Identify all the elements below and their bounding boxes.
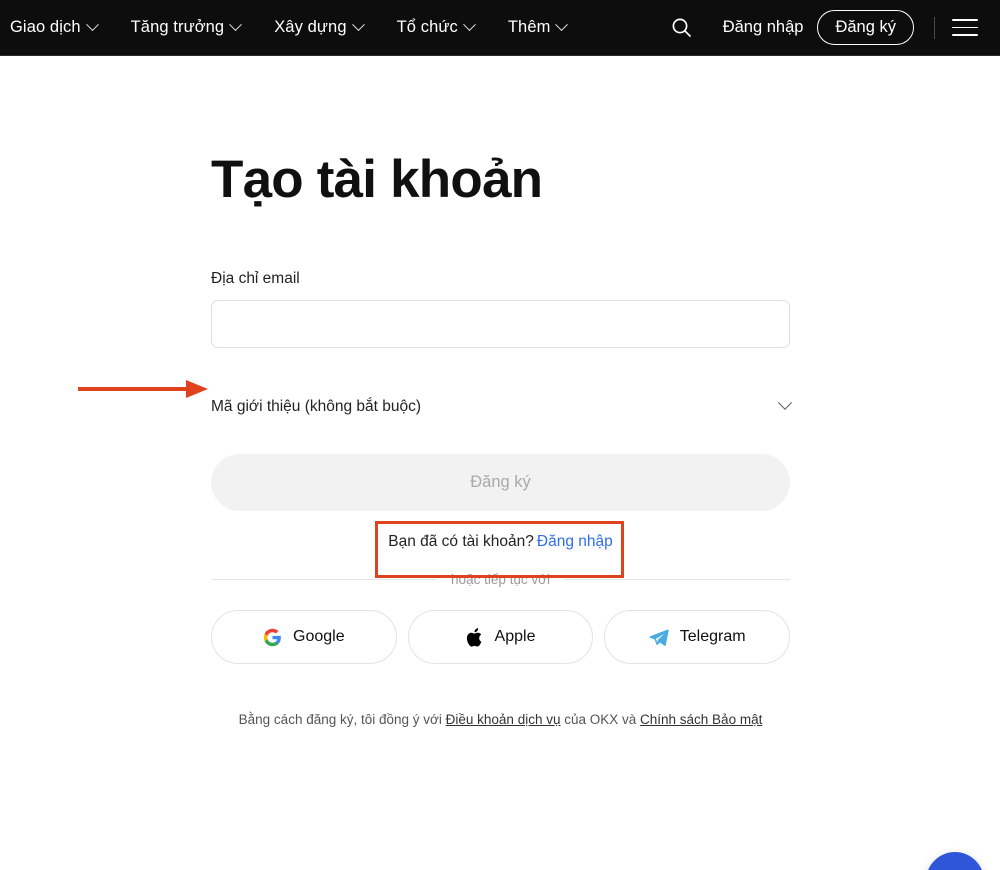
page-title: Tạo tài khoản (211, 151, 791, 208)
chevron-down-icon (778, 396, 792, 410)
privacy-policy-link[interactable]: Chính sách Bảo mật (640, 712, 762, 727)
hamburger-menu-icon[interactable] (952, 19, 978, 36)
signup-form: Tạo tài khoản Địa chỉ email Mã giới thiệ… (211, 56, 791, 730)
social-button-label: Apple (495, 628, 536, 646)
terms-of-service-link[interactable]: Điều khoản dịch vụ (446, 712, 561, 727)
chevron-down-icon (556, 18, 569, 31)
email-field-label: Địa chỉ email (211, 270, 791, 288)
login-link[interactable]: Đăng nhập (537, 533, 613, 550)
google-login-button[interactable]: Google (211, 610, 397, 664)
social-button-label: Telegram (680, 628, 746, 646)
nav-signup-button[interactable]: Đăng ký (817, 10, 914, 45)
signup-page: Tạo tài khoản Địa chỉ email Mã giới thiệ… (0, 56, 1000, 870)
email-input[interactable] (211, 300, 790, 348)
chevron-down-icon (463, 18, 476, 31)
apple-icon (466, 627, 484, 648)
chevron-down-icon (229, 18, 242, 31)
telegram-icon (649, 627, 669, 647)
submit-button[interactable]: Đăng ký (211, 454, 790, 511)
annotation-arrow (78, 378, 208, 400)
nav-primary-links: Giao dịch Tăng trưởng Xây dựng Tổ chức T… (0, 0, 583, 55)
divider-label: hoặc tiếp tục với (451, 572, 550, 587)
telegram-login-button[interactable]: Telegram (604, 610, 790, 664)
divider-line-right (564, 579, 790, 580)
nav-item-label: Xây dựng (274, 18, 346, 37)
nav-item-build[interactable]: Xây dựng (257, 0, 379, 55)
nav-item-more[interactable]: Thêm (491, 0, 584, 55)
nav-divider (934, 17, 935, 39)
top-navigation-bar: Giao dịch Tăng trưởng Xây dựng Tổ chức T… (0, 0, 1000, 56)
search-icon[interactable] (663, 9, 701, 47)
nav-item-trade[interactable]: Giao dịch (0, 0, 114, 55)
google-icon (263, 628, 282, 647)
chevron-down-icon (352, 18, 365, 31)
nav-item-label: Tăng trưởng (131, 18, 225, 37)
nav-actions: Đăng nhập Đăng ký (663, 0, 1000, 55)
terms-notice: Bằng cách đăng ký, tôi đồng ý với Điều k… (211, 710, 790, 730)
existing-account-text: Bạn đã có tài khoản? (388, 533, 534, 550)
terms-middle: của OKX và (560, 712, 640, 727)
referral-code-label: Mã giới thiệu (không bắt buộc) (211, 398, 421, 416)
chat-widget-button[interactable] (926, 852, 984, 870)
apple-login-button[interactable]: Apple (408, 610, 594, 664)
nav-item-label: Thêm (508, 18, 551, 37)
chevron-down-icon (86, 18, 99, 31)
nav-item-grow[interactable]: Tăng trưởng (114, 0, 258, 55)
existing-account-row: Bạn đã có tài khoản?Đăng nhập (211, 533, 790, 551)
social-divider: hoặc tiếp tục với (211, 572, 790, 587)
social-login-row: Google Apple Telegram (211, 610, 790, 664)
terms-prefix: Bằng cách đăng ký, tôi đồng ý với (239, 712, 446, 727)
nav-login-button[interactable]: Đăng nhập (709, 18, 818, 37)
nav-item-label: Tổ chức (397, 18, 458, 37)
nav-item-institutional[interactable]: Tổ chức (380, 0, 491, 55)
social-button-label: Google (293, 628, 345, 646)
referral-code-toggle[interactable]: Mã giới thiệu (không bắt buộc) (211, 398, 790, 416)
nav-item-label: Giao dịch (10, 18, 81, 37)
divider-line-left (211, 579, 437, 580)
